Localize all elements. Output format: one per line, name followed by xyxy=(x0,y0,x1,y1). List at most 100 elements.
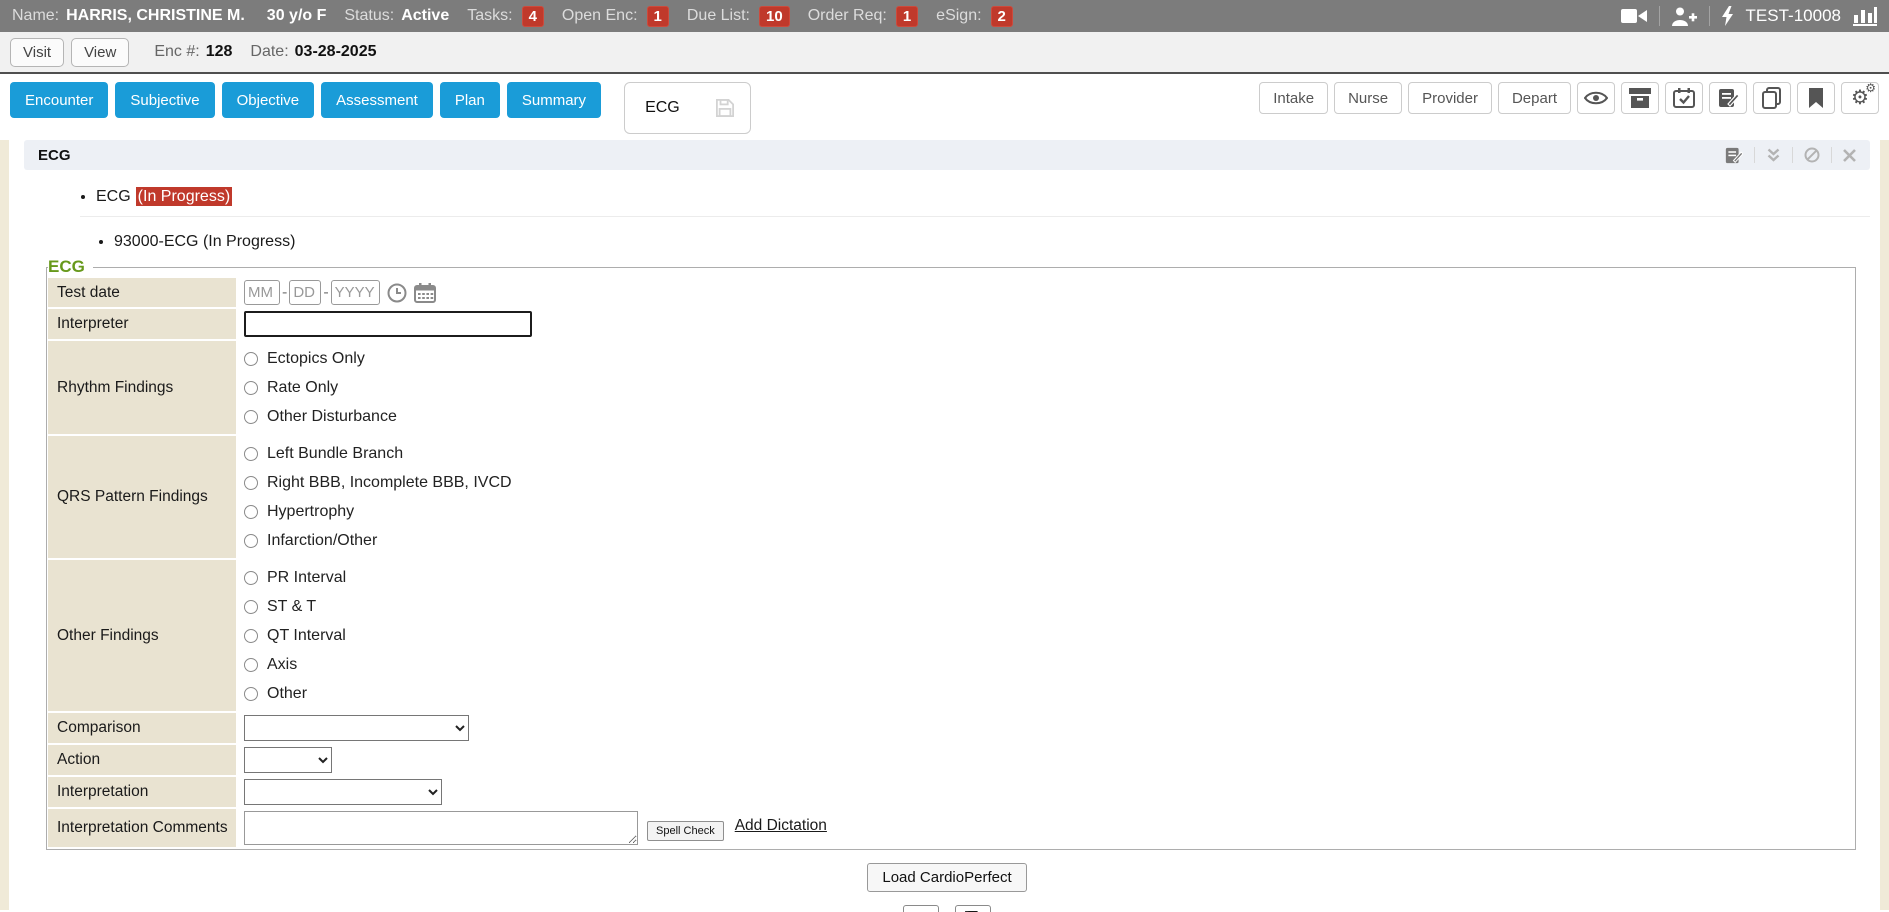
add-dictation-link[interactable]: Add Dictation xyxy=(735,817,827,835)
order-item-93000-ecg[interactable]: 93000-ECG (In Progress) xyxy=(114,233,1870,251)
divider xyxy=(1831,147,1832,163)
radio-label: Axis xyxy=(267,656,297,674)
open-enc-label: Open Enc: xyxy=(562,7,638,25)
tab-plan[interactable]: Plan xyxy=(440,82,500,118)
esign-label: eSign: xyxy=(936,7,981,25)
add-user-icon[interactable] xyxy=(1672,7,1697,26)
qrs-radio-right-bbb[interactable] xyxy=(244,476,258,490)
other-radio-axis[interactable] xyxy=(244,658,258,672)
tab-ecg-active[interactable]: ECG xyxy=(624,82,751,134)
test-date-label: Test date xyxy=(48,278,236,307)
tab-summary[interactable]: Summary xyxy=(507,82,601,118)
other-radio-qt-interval[interactable] xyxy=(244,629,258,643)
interpretation-content xyxy=(236,777,1854,807)
divider xyxy=(80,216,1870,217)
nurse-button[interactable]: Nurse xyxy=(1334,82,1402,114)
interpreter-input[interactable] xyxy=(244,311,532,337)
calendar-icon[interactable] xyxy=(414,283,436,303)
panel-title: ECG xyxy=(38,147,71,164)
status-label: Status: xyxy=(344,7,394,25)
qrs-radio-hypertrophy[interactable] xyxy=(244,505,258,519)
eye-icon[interactable] xyxy=(1577,82,1615,114)
radio-option: Other Disturbance xyxy=(244,402,397,431)
radio-option: Axis xyxy=(244,650,297,679)
order-sublist: 93000-ECG (In Progress) xyxy=(24,233,1870,251)
interpretation-select[interactable] xyxy=(244,779,442,805)
provider-button[interactable]: Provider xyxy=(1408,82,1492,114)
copy-pages-icon[interactable] xyxy=(1753,82,1791,114)
divider xyxy=(1709,6,1710,26)
interpreter-row: Interpreter xyxy=(48,309,1854,339)
comparison-content xyxy=(236,713,1854,743)
rhythm-radio-ectopics-only[interactable] xyxy=(244,352,258,366)
gears-icon[interactable]: ⚙⚙ xyxy=(1841,82,1879,114)
rhythm-radio-other-disturbance[interactable] xyxy=(244,410,258,424)
other-radio-pr-interval[interactable] xyxy=(244,571,258,585)
double-chevron-down-icon[interactable] xyxy=(903,905,939,912)
test-date-day-input[interactable] xyxy=(289,280,321,305)
radio-option: Left Bundle Branch xyxy=(244,439,403,468)
radio-label: Infarction/Other xyxy=(267,532,377,550)
comparison-select[interactable] xyxy=(244,715,469,741)
depart-button[interactable]: Depart xyxy=(1498,82,1571,114)
test-date-month-input[interactable] xyxy=(244,280,280,305)
qrs-radio-infarction-other[interactable] xyxy=(244,534,258,548)
visit-button[interactable]: Visit xyxy=(10,38,64,67)
order-req-count-badge[interactable]: 1 xyxy=(896,6,918,27)
radio-label: Right BBB, Incomplete BBB, IVCD xyxy=(267,474,512,492)
other-findings-row: Other Findings PR Interval ST & T QT Int… xyxy=(48,560,1854,711)
qrs-radio-left-bundle-branch[interactable] xyxy=(244,447,258,461)
interpretation-comments-textarea[interactable] xyxy=(244,811,638,845)
tab-encounter[interactable]: Encounter xyxy=(10,82,108,118)
esign-count-badge[interactable]: 2 xyxy=(991,6,1013,27)
topbar-right-tools: TEST-10008 xyxy=(1621,6,1877,26)
double-chevron-down-icon[interactable] xyxy=(1766,148,1781,162)
intake-button[interactable]: Intake xyxy=(1259,82,1328,114)
visit-stage-tools: Intake Nurse Provider Depart ⚙⚙ xyxy=(1259,82,1879,114)
tab-objective[interactable]: Objective xyxy=(222,82,315,118)
ecg-panel-header: ECG xyxy=(24,140,1870,170)
order-item-ecg[interactable]: ECG(In Progress) xyxy=(96,188,1870,206)
rhythm-findings-row: Rhythm Findings Ectopics Only Rate Only … xyxy=(48,341,1854,434)
clock-icon[interactable] xyxy=(387,283,407,303)
archive-box-icon[interactable] xyxy=(1621,82,1659,114)
radio-option: QT Interval xyxy=(244,621,346,650)
divider xyxy=(1792,147,1793,163)
lightning-icon[interactable] xyxy=(1722,6,1734,26)
close-icon[interactable] xyxy=(1843,149,1856,162)
journal-icon[interactable] xyxy=(1709,82,1747,114)
video-camera-icon[interactable] xyxy=(1621,8,1647,24)
save-icon[interactable] xyxy=(700,83,750,133)
chart-bars-icon[interactable] xyxy=(1853,6,1877,26)
radio-label: Other xyxy=(267,685,307,703)
other-findings-label: Other Findings xyxy=(48,560,236,711)
open-enc-count-badge[interactable]: 1 xyxy=(647,6,669,27)
enc-number-label: Enc #: xyxy=(154,43,199,61)
qrs-pattern-findings-row: QRS Pattern Findings Left Bundle Branch … xyxy=(48,436,1854,558)
load-cardioperfect-button[interactable]: Load CardioPerfect xyxy=(867,863,1026,892)
test-date-year-input[interactable] xyxy=(331,280,380,305)
spell-check-button[interactable]: Spell Check xyxy=(647,821,724,841)
patient-info-bar: Name: HARRIS, CHRISTINE M. 30 y/o F Stat… xyxy=(0,0,1889,32)
bookmark-icon[interactable] xyxy=(1797,82,1835,114)
journal-icon[interactable] xyxy=(1724,147,1743,164)
view-button[interactable]: View xyxy=(71,38,129,67)
block-icon[interactable] xyxy=(1804,147,1820,163)
other-radio-st-t[interactable] xyxy=(244,600,258,614)
radio-option: Hypertrophy xyxy=(244,497,354,526)
interpreter-content xyxy=(236,309,1854,339)
radio-label: Hypertrophy xyxy=(267,503,354,521)
due-list-count-badge[interactable]: 10 xyxy=(759,6,790,27)
save-icon[interactable] xyxy=(955,905,991,912)
calendar-check-icon[interactable] xyxy=(1665,82,1703,114)
test-date-content: - - xyxy=(236,278,1854,307)
rhythm-radio-rate-only[interactable] xyxy=(244,381,258,395)
panel-header-icons xyxy=(1724,147,1856,164)
action-select[interactable] xyxy=(244,747,332,773)
radio-option: PR Interval xyxy=(244,563,346,592)
radio-option: Rate Only xyxy=(244,373,338,402)
tab-subjective[interactable]: Subjective xyxy=(115,82,214,118)
tasks-count-badge[interactable]: 4 xyxy=(522,6,544,27)
other-radio-other[interactable] xyxy=(244,687,258,701)
tab-assessment[interactable]: Assessment xyxy=(321,82,433,118)
